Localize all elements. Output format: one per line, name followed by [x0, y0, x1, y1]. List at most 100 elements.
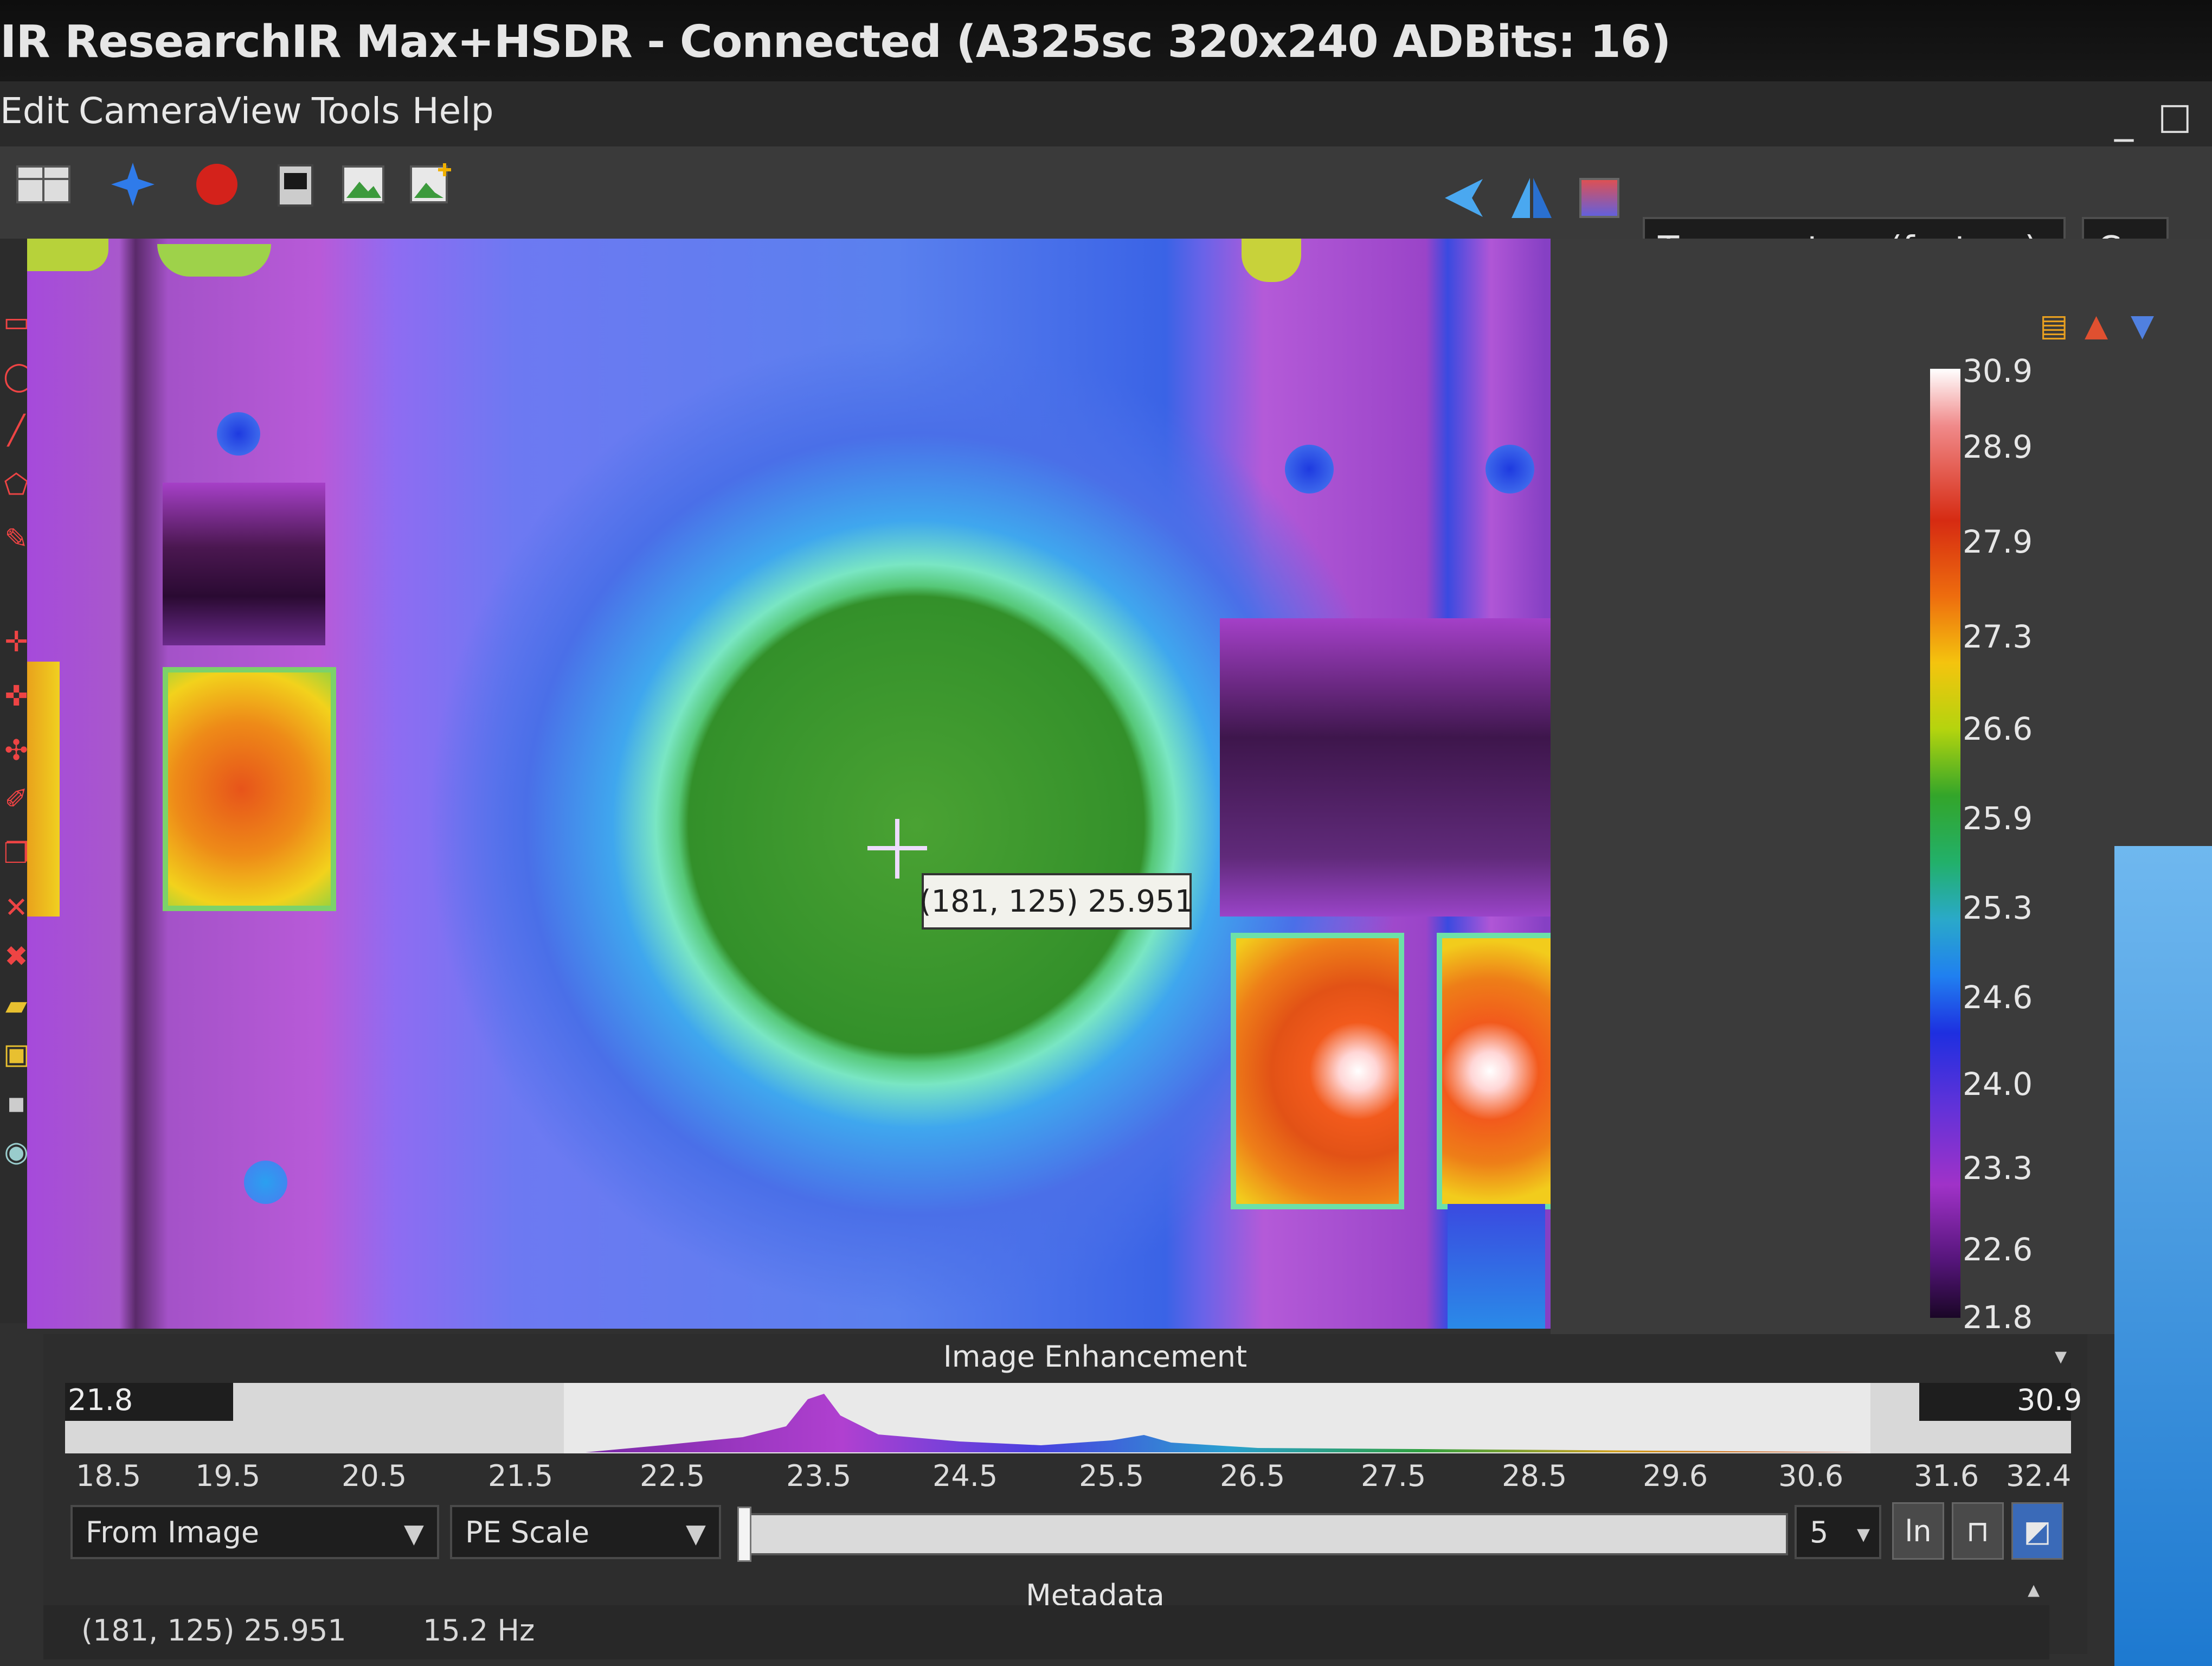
- scale-label: 24.0: [1963, 1066, 2033, 1103]
- scale-up-icon[interactable]: ▲: [2085, 308, 2108, 343]
- layout-icon[interactable]: [16, 157, 70, 212]
- image-add-icon[interactable]: [404, 157, 458, 212]
- collapse-icon[interactable]: ▾: [2055, 1342, 2067, 1370]
- warm-spot: [1242, 239, 1301, 282]
- axis-tick: 20.5: [342, 1459, 407, 1493]
- app-window: IR ResearchIR Max+HSDR - Connected (A325…: [0, 0, 2212, 1666]
- source-dropdown[interactable]: From Image: [70, 1505, 439, 1559]
- crosshair-connect-icon[interactable]: [106, 157, 160, 212]
- axis-tick: 24.5: [933, 1459, 998, 1493]
- desktop-background: [2114, 846, 2212, 1666]
- point-roi-icon[interactable]: ✛: [3, 628, 29, 656]
- open-folder-icon[interactable]: ▰: [3, 991, 29, 1020]
- warm-spot: [157, 244, 271, 277]
- menu-tools[interactable]: Tools: [312, 90, 400, 132]
- scale-value: PE Scale: [465, 1515, 590, 1549]
- axis-tick: 23.5: [786, 1459, 852, 1493]
- warm-spot: [27, 239, 108, 271]
- polygon-roi-icon[interactable]: ⬠: [3, 471, 29, 499]
- back-arrow-icon[interactable]: [1437, 171, 1491, 225]
- thermal-image[interactable]: [27, 239, 1551, 1329]
- import-icon[interactable]: ▣: [3, 1040, 30, 1068]
- scale-label: 22.6: [1963, 1231, 2033, 1268]
- menu-edit[interactable]: Edit: [0, 90, 69, 132]
- palette-select-icon[interactable]: ▤: [2040, 308, 2068, 343]
- scale-label: 28.9: [1963, 428, 2033, 465]
- ellipse-roi-icon[interactable]: ◯: [3, 362, 35, 390]
- save-icon[interactable]: ▪: [3, 1089, 29, 1117]
- move-roi-icon[interactable]: ✣: [3, 736, 29, 765]
- lock-icon[interactable]: ⊓: [1952, 1502, 2004, 1560]
- window-title: IR ResearchIR Max+HSDR - Connected (A325…: [0, 16, 1671, 68]
- minimize-button[interactable]: _: [2114, 98, 2133, 142]
- cool-band: [1220, 618, 1551, 917]
- apply-icon[interactable]: ◩: [2011, 1502, 2063, 1560]
- image-enhancement-title: Image Enhancement: [943, 1340, 1248, 1374]
- line-roi-icon[interactable]: ╱: [3, 416, 29, 445]
- palette-icon[interactable]: [1572, 171, 1626, 225]
- scale-label: 27.3: [1963, 618, 2033, 655]
- scale-label: 21.8: [1963, 1299, 2033, 1336]
- scale-label: 26.6: [1963, 710, 2033, 747]
- histogram-min-value: 21.8: [68, 1383, 133, 1417]
- bolt-spot: [1486, 445, 1534, 494]
- menu-help[interactable]: Help: [412, 90, 493, 132]
- visibility-icon[interactable]: ◉: [3, 1138, 29, 1166]
- export-icon[interactable]: [268, 157, 323, 212]
- bolt-spot: [217, 412, 260, 456]
- slider-handle[interactable]: [737, 1507, 751, 1562]
- axis-tick: 19.5: [195, 1459, 261, 1493]
- step-value: 5: [1810, 1515, 1829, 1549]
- copy-roi-icon[interactable]: ❐: [3, 840, 29, 868]
- spot-roi-icon[interactable]: ✜: [3, 682, 29, 710]
- axis-tick: 21.5: [488, 1459, 554, 1493]
- scale-dropdown[interactable]: PE Scale: [450, 1505, 721, 1559]
- histogram-max-value: 30.9: [2017, 1383, 2082, 1417]
- expand-icon[interactable]: ▴: [2028, 1575, 2040, 1603]
- chevron-down-icon[interactable]: ▼: [686, 1518, 706, 1549]
- bolt-spot: [244, 1161, 287, 1204]
- enhancement-slider[interactable]: [737, 1513, 1788, 1555]
- hot-block: [1437, 933, 1551, 1209]
- scale-label: 25.3: [1963, 889, 2033, 926]
- cool-band: [163, 483, 325, 645]
- axis-tick: 28.5: [1502, 1459, 1567, 1493]
- axis-tick: 22.5: [640, 1459, 705, 1493]
- chevron-down-icon[interactable]: ▾: [1857, 1518, 1870, 1549]
- scale-down-icon[interactable]: ▼: [2131, 308, 2154, 343]
- menu-bar: Edit Camera View Tools Help: [0, 81, 2212, 146]
- scale-label: 27.9: [1963, 523, 2033, 560]
- status-position: (181, 125) 25.951: [81, 1613, 346, 1648]
- axis-tick: 32.4: [2006, 1459, 2072, 1493]
- histogram[interactable]: [65, 1383, 2071, 1453]
- cool-patch: [1448, 1204, 1545, 1329]
- record-icon[interactable]: [190, 157, 244, 212]
- freehand-roi-icon[interactable]: ✎: [3, 525, 29, 553]
- edit-roi-icon[interactable]: ✐: [3, 785, 29, 813]
- chevron-down-icon[interactable]: ▼: [404, 1518, 424, 1549]
- rectangle-roi-icon[interactable]: ▭: [3, 308, 30, 336]
- scale-label: 30.9: [1963, 353, 2033, 389]
- axis-tick: 25.5: [1079, 1459, 1144, 1493]
- menu-camera[interactable]: Camera: [79, 90, 219, 132]
- axis-tick: 27.5: [1361, 1459, 1426, 1493]
- color-scale-panel: [1551, 239, 2212, 1334]
- status-frame-rate: 15.2 Hz: [423, 1613, 535, 1648]
- axis-tick: 18.5: [76, 1459, 142, 1493]
- axis-tick: 26.5: [1220, 1459, 1285, 1493]
- menu-view[interactable]: View: [217, 90, 302, 132]
- delete-all-roi-icon[interactable]: ✖: [3, 943, 29, 971]
- ln-button[interactable]: ln: [1892, 1502, 1944, 1560]
- maximize-button[interactable]: ☐: [2158, 98, 2192, 142]
- warm-block: [27, 662, 60, 917]
- probe-tooltip: (181, 125) 25.951: [919, 873, 1194, 930]
- axis-tick: 30.6: [1778, 1459, 1844, 1493]
- snapshot-icon[interactable]: [336, 157, 390, 212]
- scale-label: 23.3: [1963, 1150, 2033, 1187]
- scale-label: 24.6: [1963, 979, 2033, 1016]
- color-scale-bar[interactable]: [1930, 369, 1960, 1318]
- scale-label: 25.9: [1963, 800, 2033, 837]
- delete-roi-icon[interactable]: ✕: [3, 894, 29, 922]
- flip-icon[interactable]: [1504, 171, 1559, 225]
- hot-block: [1231, 933, 1404, 1209]
